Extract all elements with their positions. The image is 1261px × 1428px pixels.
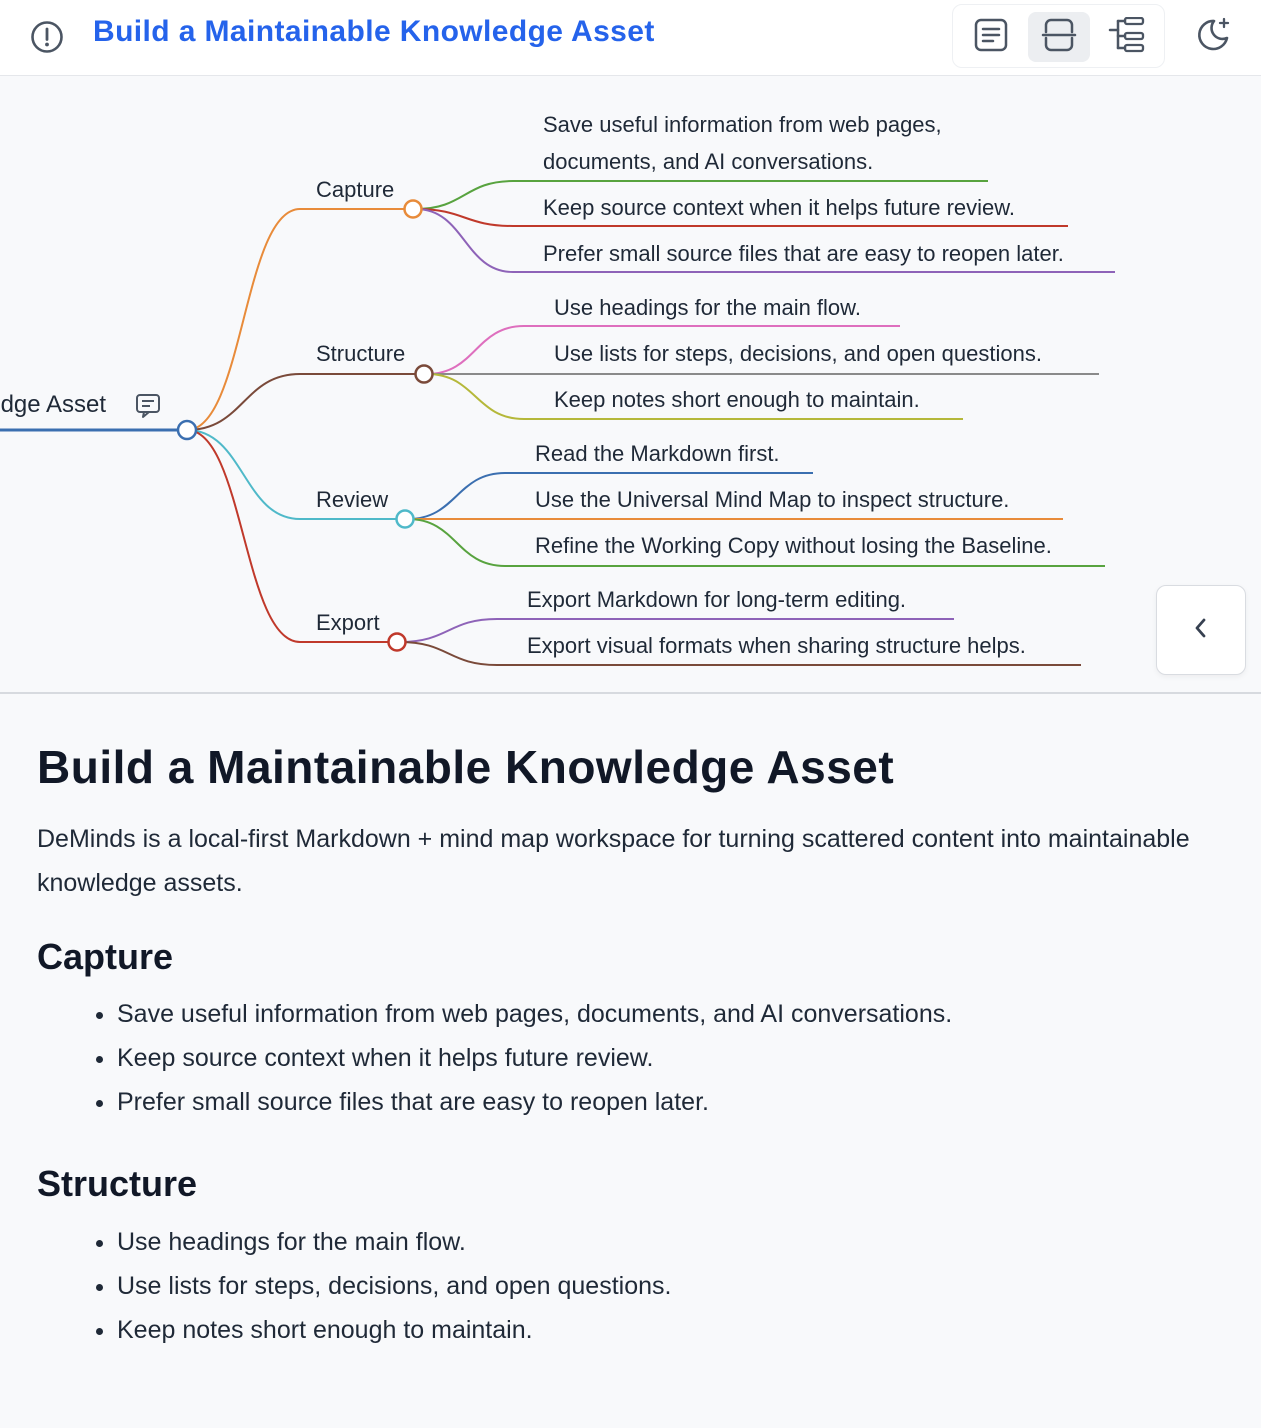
leaf-label: Keep source context when it helps future… bbox=[543, 195, 1015, 220]
leaf-label: Refine the Working Copy without losing t… bbox=[535, 533, 1052, 558]
mindmap-view-button[interactable] bbox=[1096, 12, 1158, 62]
leaf-connector bbox=[399, 641, 498, 666]
document-view-button[interactable] bbox=[960, 12, 1022, 62]
split-view-button[interactable] bbox=[1028, 12, 1090, 62]
branch-connector bbox=[186, 208, 301, 431]
split-divider[interactable] bbox=[0, 692, 1261, 694]
leaf-label: documents, and AI conversations. bbox=[543, 149, 873, 174]
mindmap-root-label: Build a Maintainable Knowledge Asset bbox=[0, 391, 106, 418]
list-item: Save useful information from web pages, … bbox=[117, 992, 1227, 1036]
list-item: Use headings for the main flow. bbox=[117, 1220, 1227, 1264]
leaf-connector bbox=[415, 180, 514, 210]
structure-list: Use headings for the main flow. Use list… bbox=[37, 1220, 1227, 1352]
mindmap-svg[interactable]: Build a Maintainable Knowledge Asset Capt… bbox=[0, 76, 1261, 692]
info-icon[interactable] bbox=[30, 20, 64, 54]
header-bar: Build a Maintainable Knowledge Asset bbox=[0, 0, 1261, 76]
root-node-circle bbox=[176, 419, 198, 441]
theme-toggle-button[interactable] bbox=[1188, 12, 1238, 62]
collapse-panel-button[interactable] bbox=[1156, 585, 1246, 675]
leaf-label: Read the Markdown first. bbox=[535, 441, 780, 466]
leaf-label: Use lists for steps, decisions, and open… bbox=[554, 341, 1042, 366]
leaf-label: Save useful information from web pages, bbox=[543, 112, 942, 137]
branch-label-export: Export bbox=[316, 610, 380, 635]
mindmap-tree-icon bbox=[1108, 16, 1146, 58]
chevron-left-icon bbox=[1191, 616, 1211, 645]
split-view-icon bbox=[1041, 17, 1077, 58]
list-item: Prefer small source files that are easy … bbox=[117, 1080, 1227, 1124]
markdown-document: Build a Maintainable Knowledge Asset DeM… bbox=[37, 740, 1227, 1352]
leaf-connector bbox=[426, 373, 525, 420]
list-item: Keep notes short enough to maintain. bbox=[117, 1308, 1227, 1352]
list-item: Use lists for steps, decisions, and open… bbox=[117, 1264, 1227, 1308]
leaf-connector bbox=[426, 325, 525, 375]
leaf-connector bbox=[407, 472, 506, 520]
branch-node-circle bbox=[387, 632, 407, 652]
section-heading-capture: Capture bbox=[37, 936, 174, 978]
branch-node-circle bbox=[414, 364, 434, 384]
leaf-label: Export Markdown for long-term editing. bbox=[527, 587, 906, 612]
document-intro: DeMinds is a local-first Markdown + mind… bbox=[37, 825, 1190, 898]
branch-connector bbox=[186, 429, 301, 520]
leaf-connector bbox=[407, 518, 506, 567]
branch-label-capture: Capture bbox=[316, 177, 394, 202]
branch-label-review: Review bbox=[316, 487, 388, 512]
leaf-label: Use the Universal Mind Map to inspect st… bbox=[535, 487, 1009, 512]
page-title: Build a Maintainable Knowledge Asset bbox=[93, 15, 655, 48]
view-switcher bbox=[952, 4, 1165, 68]
note-icon[interactable] bbox=[136, 394, 160, 418]
list-item: Keep source context when it helps future… bbox=[117, 1036, 1227, 1080]
document-icon bbox=[973, 18, 1009, 57]
leaf-connector bbox=[399, 618, 498, 643]
section-heading-structure: Structure bbox=[37, 1163, 198, 1205]
document-heading: Build a Maintainable Knowledge Asset bbox=[37, 741, 895, 793]
mindmap-canvas[interactable]: Build a Maintainable Knowledge Asset Capt… bbox=[0, 76, 1261, 692]
branch-node-circle bbox=[403, 199, 423, 219]
branch-connector bbox=[186, 429, 301, 643]
branch-label-structure: Structure bbox=[316, 341, 405, 366]
leaf-label: Export visual formats when sharing struc… bbox=[527, 633, 1026, 658]
branch-node-circle bbox=[395, 509, 415, 529]
moon-icon bbox=[1194, 16, 1232, 59]
leaf-label: Keep notes short enough to maintain. bbox=[554, 387, 920, 412]
leaf-label: Use headings for the main flow. bbox=[554, 295, 861, 320]
capture-list: Save useful information from web pages, … bbox=[37, 992, 1227, 1124]
leaf-label: Prefer small source files that are easy … bbox=[543, 241, 1064, 266]
